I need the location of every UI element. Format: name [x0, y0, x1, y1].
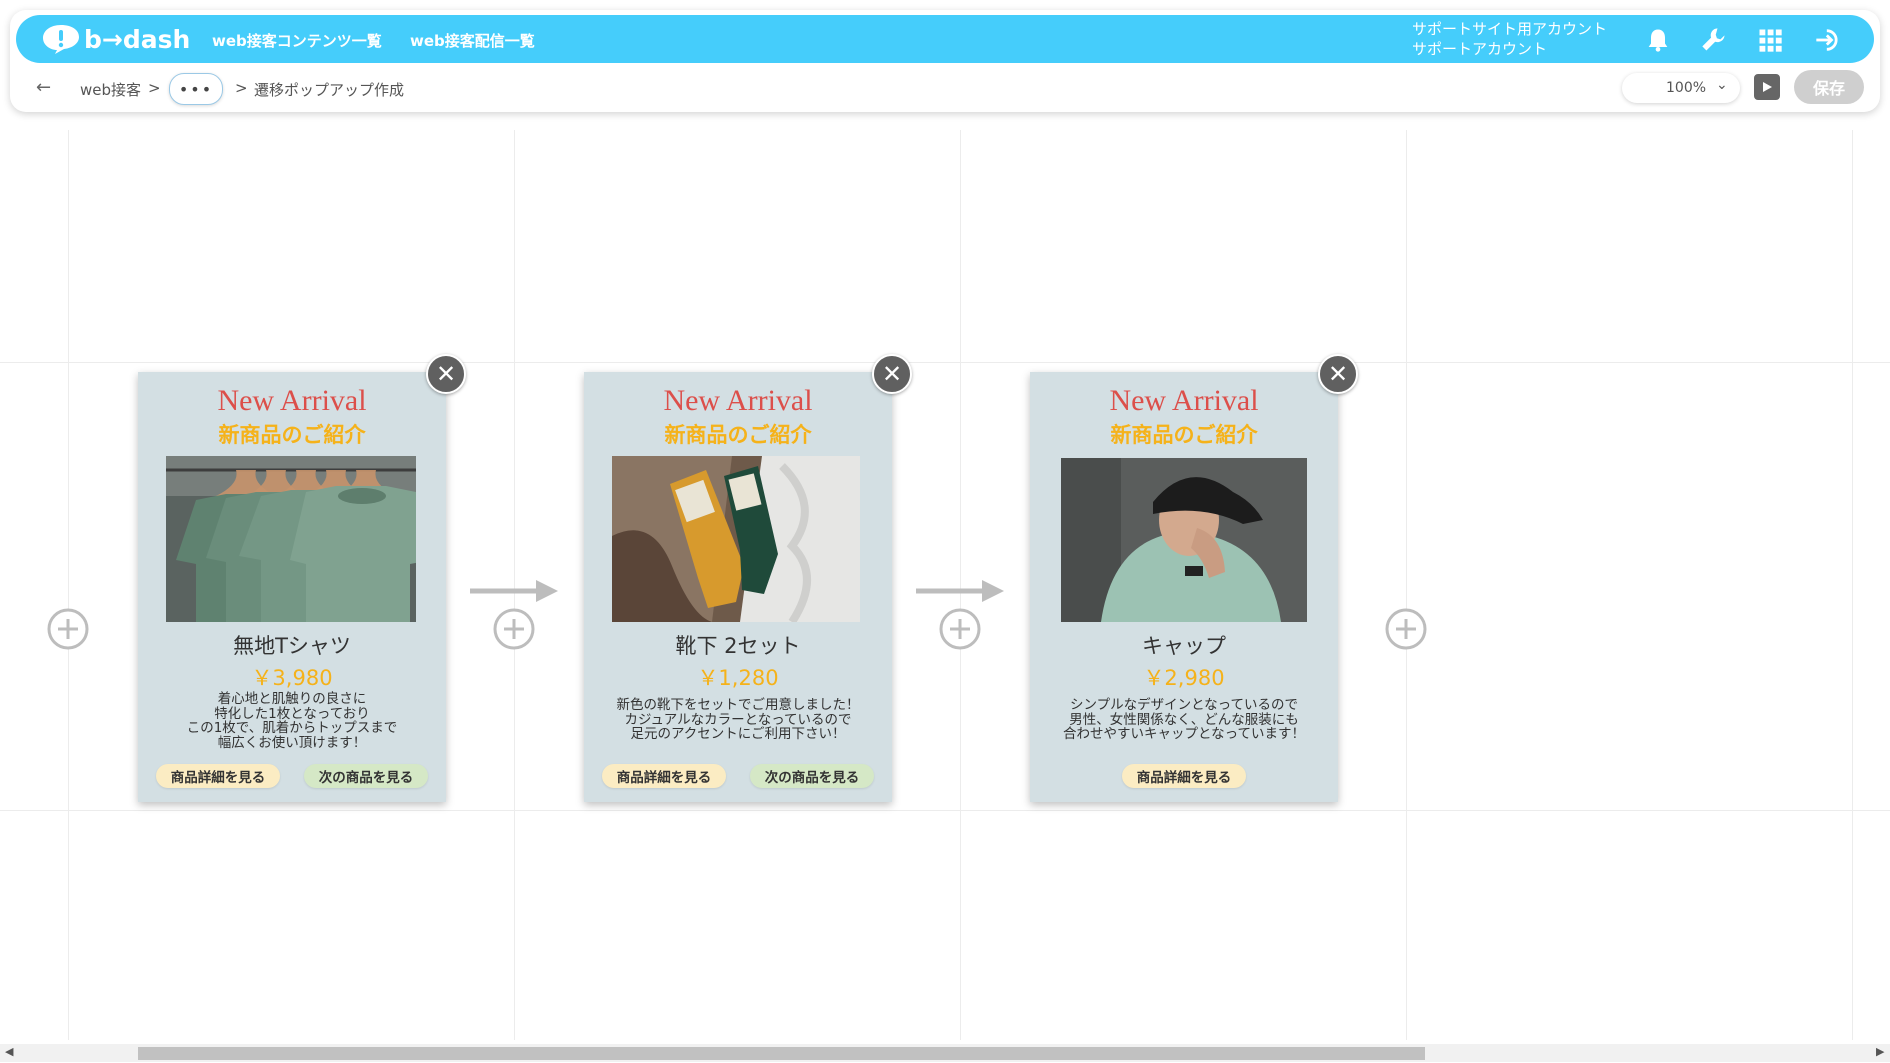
breadcrumb-current: 遷移ポップアップ作成	[254, 81, 405, 99]
view-details-button[interactable]: 商品詳細を見る	[602, 764, 726, 788]
next-product-button[interactable]: 次の商品を見る	[304, 764, 428, 788]
product-name: 無地Tシャツ	[233, 634, 351, 658]
product-name: キャップ	[1142, 634, 1226, 658]
product-price: ￥2,980	[1143, 666, 1225, 690]
logo[interactable]: b→dash	[42, 21, 190, 57]
preview-play-button[interactable]	[1754, 74, 1780, 100]
breadcrumb-separator: >	[235, 79, 248, 97]
add-step-icon[interactable]	[939, 608, 981, 650]
breadcrumb-more-button[interactable]: •••	[169, 73, 223, 105]
nav-content-list[interactable]: web接客コンテンツ一覧	[212, 30, 382, 51]
top-navbar: b→dash web接客コンテンツ一覧 web接客配信一覧 サポートサイト用アカ…	[16, 15, 1874, 63]
back-arrow-icon[interactable]: ←	[36, 77, 51, 98]
zoom-select[interactable]: 100% ⌄	[1622, 73, 1740, 103]
zoom-value: 100%	[1666, 80, 1707, 96]
green-tshirts-image	[166, 456, 416, 622]
add-step-icon[interactable]	[47, 608, 89, 650]
popup-subtitle: 新商品のご紹介	[664, 423, 812, 447]
grid-line	[1852, 130, 1853, 1040]
grid-apps-icon[interactable]	[1754, 24, 1786, 56]
horizontal-scrollbar[interactable]: ◀ ▶	[0, 1044, 1890, 1062]
logo-text: b→dash	[84, 24, 191, 54]
breadcrumb-bar: ← web接客 > ••• > 遷移ポップアップ作成 100% ⌄ 保存	[10, 63, 1880, 112]
add-step-icon[interactable]	[1385, 608, 1427, 650]
nav-delivery-list[interactable]: web接客配信一覧	[410, 30, 535, 51]
popup-card[interactable]: New Arrival 新商品のご紹介 無地Tシャツ ￥3,980 着心地と肌触…	[138, 372, 446, 802]
product-description: 新色の靴下をセットでご用意しました！ カジュアルなカラーとなっているので 足元の…	[616, 697, 860, 742]
close-icon[interactable]: ✕	[872, 354, 912, 394]
header: b→dash web接客コンテンツ一覧 web接客配信一覧 サポートサイト用アカ…	[10, 10, 1880, 112]
product-description: 着心地と肌触りの良さに 特化した1枚となっており この1枚で、肌着からトップスま…	[186, 691, 398, 751]
popup-title: New Arrival	[1109, 384, 1259, 417]
grid-line	[68, 130, 69, 1040]
bell-icon[interactable]	[1642, 24, 1674, 56]
black-cap-image	[1061, 458, 1307, 622]
scroll-right-icon[interactable]: ▶	[1876, 1045, 1884, 1058]
popup-subtitle: 新商品のご紹介	[1110, 423, 1258, 447]
next-product-button[interactable]: 次の商品を見る	[750, 764, 874, 788]
product-name: 靴下 2セット	[675, 634, 801, 658]
grid-line	[0, 810, 1890, 811]
grid-line	[0, 362, 1890, 363]
view-details-button[interactable]: 商品詳細を見る	[156, 764, 280, 788]
product-price: ￥3,980	[251, 666, 333, 690]
popup-card[interactable]: New Arrival 新商品のご紹介 キャップ ￥2,980 シンプルなデザイ…	[1030, 372, 1338, 802]
close-icon[interactable]: ✕	[426, 354, 466, 394]
flow-canvas[interactable]: New Arrival 新商品のご紹介 無地Tシャツ ￥3,980 着心地と肌触…	[0, 0, 1890, 1040]
account-info[interactable]: サポートサイト用アカウント サポートアカウント	[1412, 19, 1607, 59]
add-step-icon[interactable]	[493, 608, 535, 650]
popup-card[interactable]: New Arrival 新商品のご紹介 靴下 2セット ￥1,280 新色の靴下…	[584, 372, 892, 802]
chevron-down-icon: ⌄	[1716, 77, 1728, 93]
breadcrumb-separator: >	[148, 79, 161, 97]
grid-line	[1406, 130, 1407, 1040]
scrollbar-thumb[interactable]	[138, 1047, 1425, 1060]
product-description: シンプルなデザインとなっているので 男性、女性関係なく、どんな服装にも 合わせや…	[1063, 697, 1305, 742]
play-icon	[1763, 82, 1772, 92]
logo-bubble-icon	[43, 25, 79, 54]
socks-image	[612, 456, 860, 622]
product-price: ￥1,280	[697, 666, 779, 690]
wrench-icon[interactable]	[1698, 24, 1730, 56]
logout-icon[interactable]	[1812, 24, 1844, 56]
popup-title: New Arrival	[663, 384, 813, 417]
popup-subtitle: 新商品のご紹介	[218, 423, 366, 447]
popup-title: New Arrival	[217, 384, 367, 417]
account-subname: サポートアカウント	[1412, 40, 1548, 58]
close-icon[interactable]: ✕	[1318, 354, 1358, 394]
save-button[interactable]: 保存	[1794, 70, 1864, 104]
flow-arrow-icon	[916, 580, 1004, 602]
breadcrumb-root[interactable]: web接客	[80, 79, 141, 100]
view-details-button[interactable]: 商品詳細を見る	[1122, 764, 1246, 788]
scroll-left-icon[interactable]: ◀	[5, 1045, 13, 1058]
account-name: サポートサイト用アカウント	[1412, 20, 1608, 38]
flow-arrow-icon	[470, 580, 558, 602]
